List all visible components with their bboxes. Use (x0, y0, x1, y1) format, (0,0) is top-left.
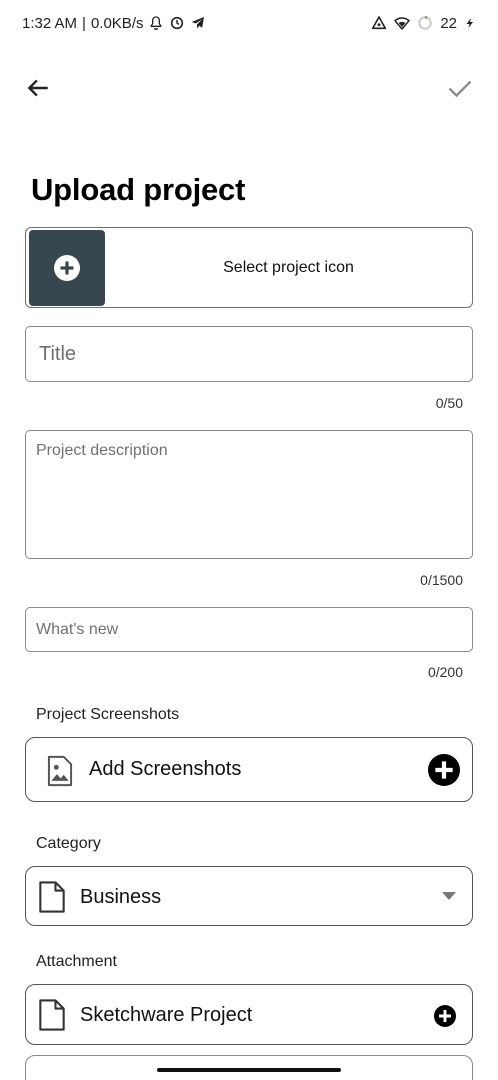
title-counter: 0/50 (435, 395, 463, 411)
category-dropdown[interactable]: Business (25, 866, 473, 926)
battery-ring-icon (418, 16, 433, 30)
status-time: 1:32 AM (22, 14, 78, 32)
attachment-label: Sketchware Project (80, 1004, 253, 1026)
whats-new-counter: 0/200 (427, 664, 463, 680)
add-circle-icon (54, 255, 80, 281)
charging-icon (466, 18, 473, 28)
add-screenshots-label: Add Screenshots (89, 758, 242, 780)
nearby-icon (372, 16, 387, 30)
image-icon (47, 755, 73, 787)
checkmark-icon (448, 80, 472, 98)
status-net-speed: 0.0KB/s (90, 14, 144, 32)
category-selected-value: Business (80, 886, 162, 908)
status-left: 1:32 AM | 0.0KB/s (22, 15, 206, 32)
document-icon (39, 999, 65, 1031)
whats-new-input[interactable] (26, 608, 472, 651)
battery-level: 22 (440, 14, 457, 32)
attachment-button[interactable]: Sketchware Project (25, 984, 473, 1045)
description-field[interactable] (25, 430, 473, 559)
title-input[interactable] (26, 327, 472, 381)
confirm-button[interactable] (442, 70, 478, 106)
home-indicator[interactable] (157, 1068, 341, 1072)
arrow-left-icon (27, 79, 48, 97)
add-circle-icon[interactable] (428, 754, 460, 786)
status-separator: | (82, 14, 86, 32)
title-field[interactable] (25, 326, 473, 382)
attachment-section-label: Attachment (36, 953, 117, 970)
whats-new-field[interactable] (25, 607, 473, 652)
description-input[interactable] (26, 431, 472, 558)
alarm-icon (171, 16, 184, 30)
status-bar: 1:32 AM | 0.0KB/s 22 (0, 0, 498, 46)
toolbar (0, 62, 498, 114)
page-title: Upload project (31, 172, 246, 207)
wifi-icon (394, 17, 411, 30)
add-circle-icon[interactable] (434, 1005, 456, 1027)
document-icon (39, 881, 65, 913)
description-counter: 0/1500 (420, 572, 463, 588)
project-icon-tile[interactable] (29, 230, 105, 306)
bell-icon (151, 16, 162, 30)
category-section-label: Category (36, 835, 101, 852)
telegram-icon (192, 17, 205, 29)
screenshots-section-label: Project Screenshots (36, 706, 180, 723)
select-project-icon-button[interactable]: Select project icon (25, 227, 473, 308)
add-screenshots-button[interactable]: Add Screenshots (25, 737, 473, 802)
status-right: 22 (371, 15, 476, 32)
back-button[interactable] (20, 70, 56, 106)
select-project-icon-label: Select project icon (223, 258, 354, 276)
caret-down-icon (442, 892, 456, 900)
